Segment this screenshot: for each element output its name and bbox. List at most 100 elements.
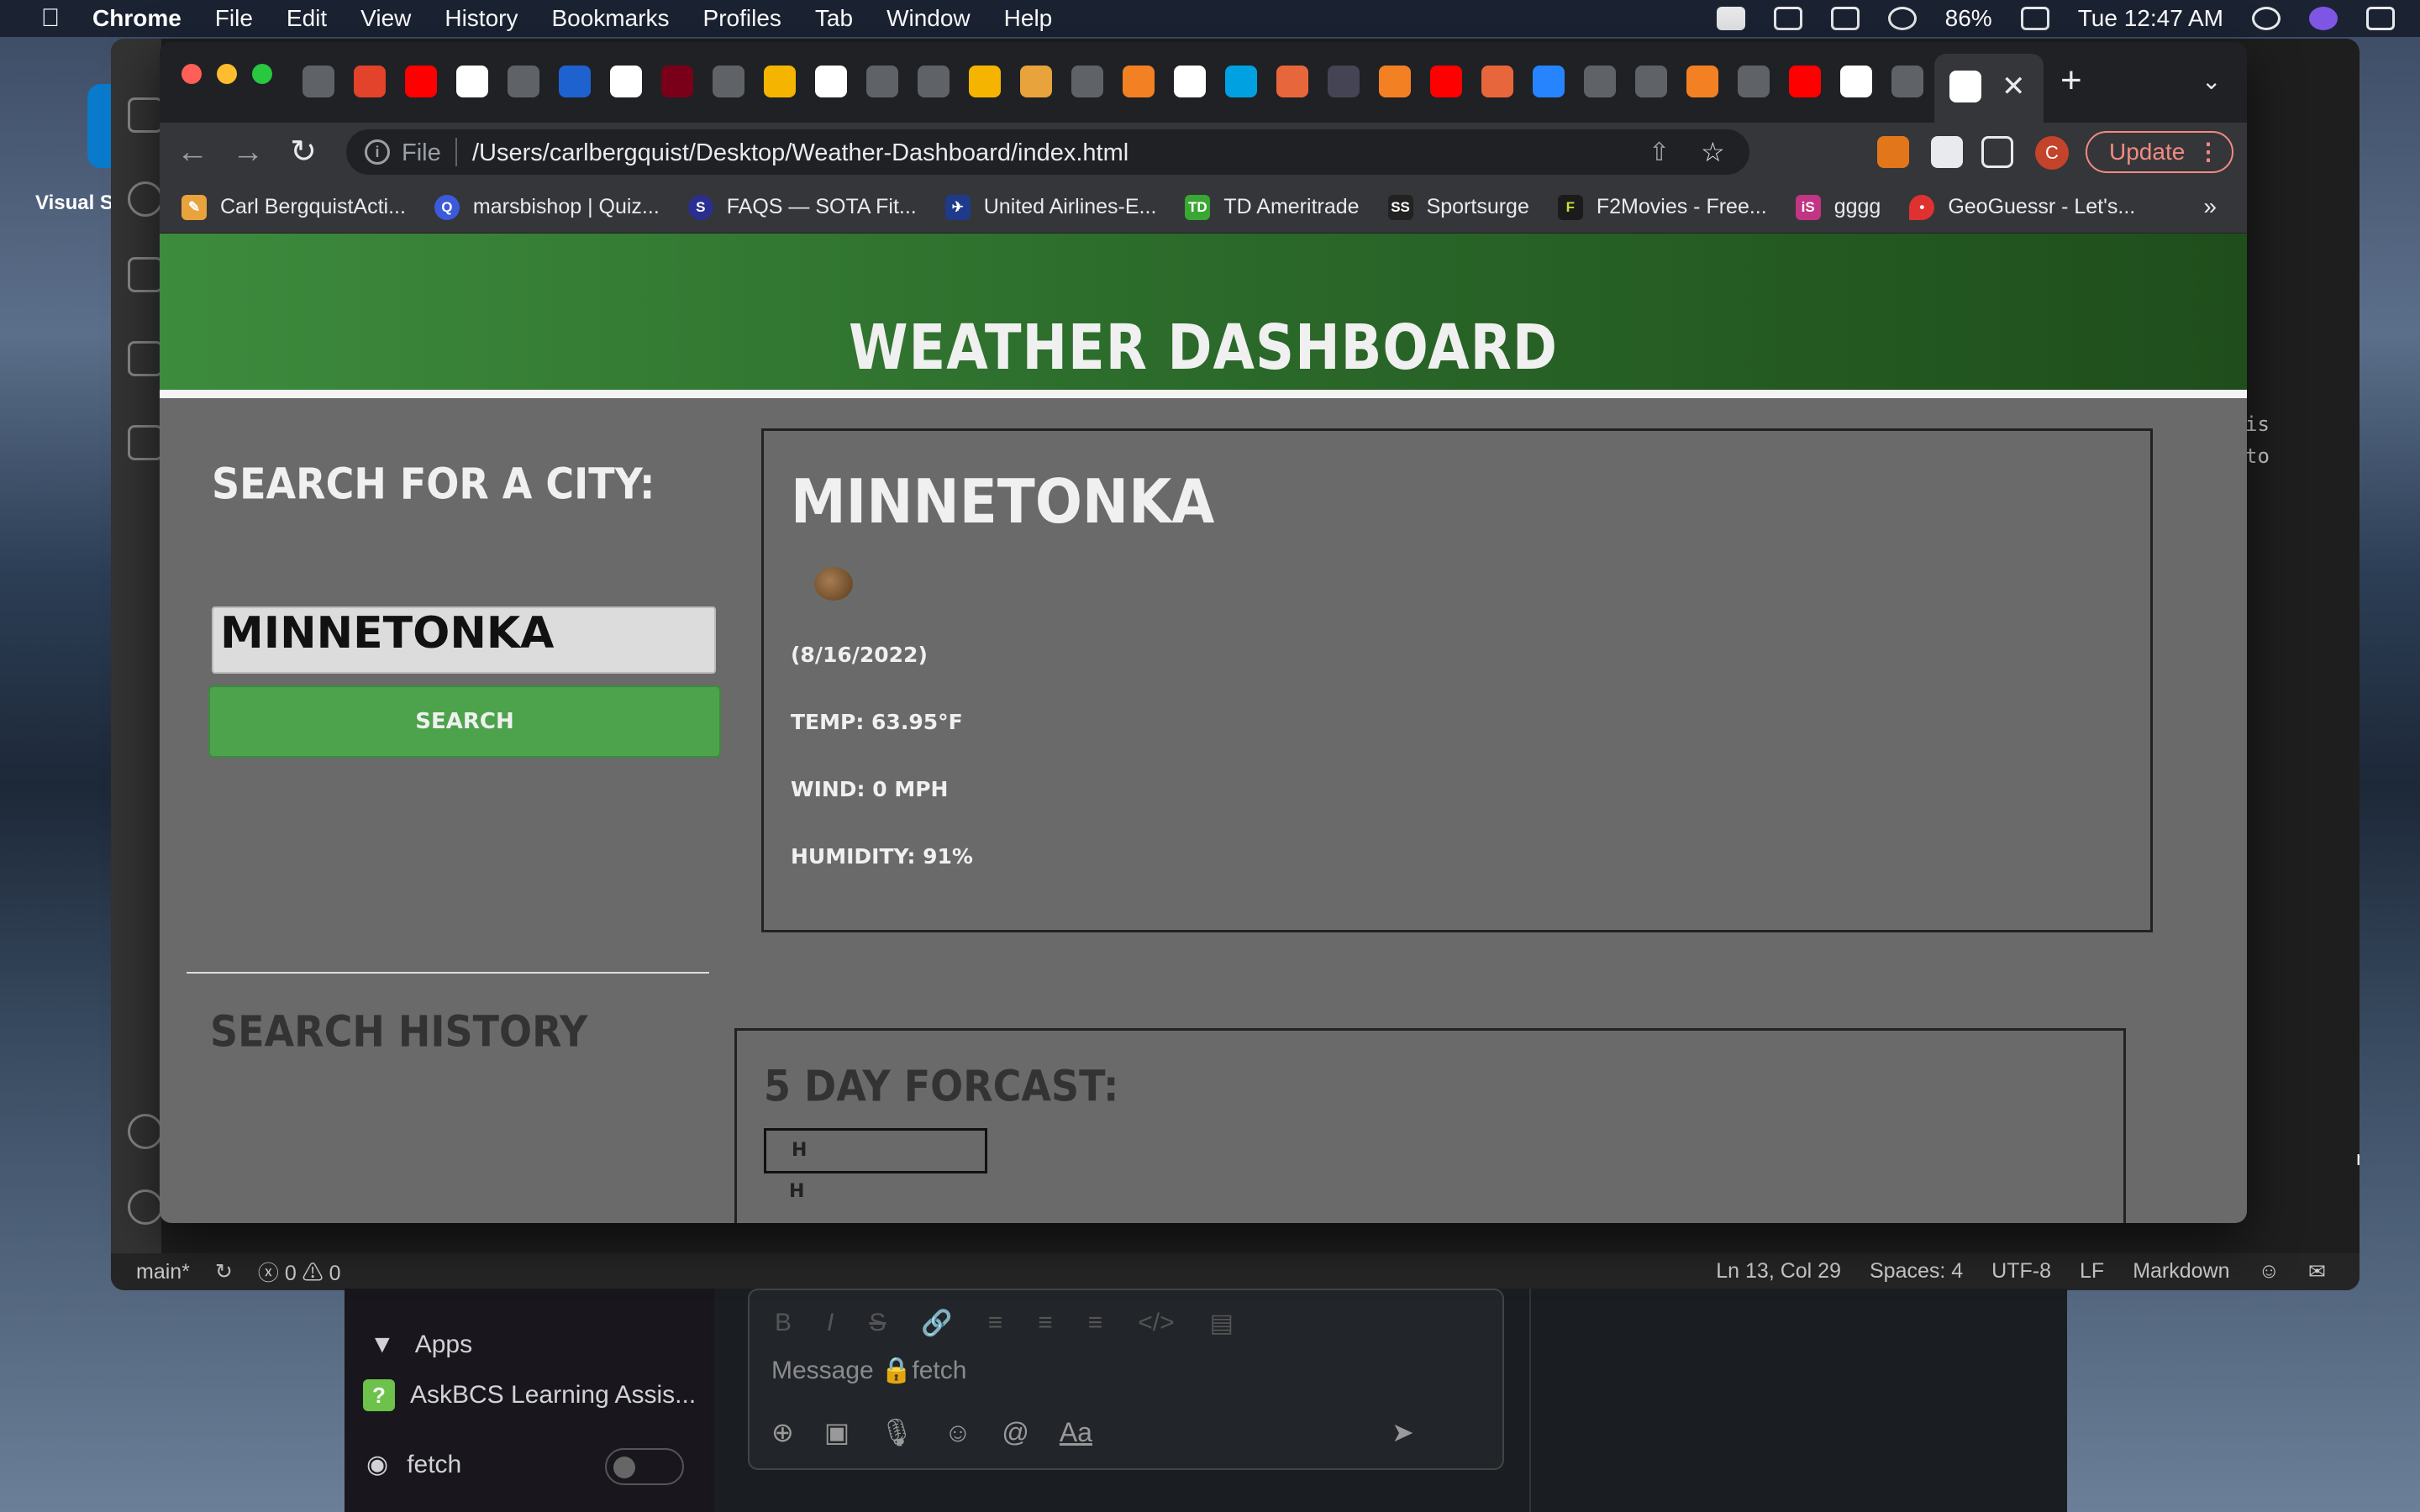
language-mode[interactable]: Markdown: [2133, 1259, 2229, 1284]
tab-dev-icon[interactable]: [1174, 66, 1206, 97]
run-debug-icon[interactable]: [128, 341, 163, 376]
tab-globe-icon[interactable]: [1071, 66, 1103, 97]
bookmark-item[interactable]: • GeoGuessr - Let's...: [1909, 194, 2135, 220]
file-encoding[interactable]: UTF-8: [1991, 1259, 2051, 1284]
menu-edit[interactable]: Edit: [287, 5, 327, 32]
chrome-menu-icon[interactable]: ⋮: [2196, 133, 2220, 171]
spotlight-search-icon[interactable]: [2252, 7, 2281, 30]
bookmark-item[interactable]: TD TD Ameritrade: [1185, 194, 1360, 220]
menu-app-name[interactable]: Chrome: [92, 5, 182, 32]
url-text[interactable]: /Users/carlbergquist/Desktop/Weather-Das…: [472, 139, 1128, 167]
tab-globe-icon[interactable]: [1584, 66, 1616, 97]
tab-salesforce-icon[interactable]: [1225, 66, 1257, 97]
bold-icon[interactable]: B: [775, 1309, 792, 1338]
tab-globe-icon[interactable]: [508, 66, 539, 97]
back-arrow-icon[interactable]: ←: [173, 133, 212, 171]
tab-brand-icon[interactable]: [559, 66, 591, 97]
bookmark-item[interactable]: iS gggg: [1795, 194, 1881, 220]
dropbox-icon[interactable]: [1773, 7, 1802, 30]
tab-helmet-icon[interactable]: [1276, 66, 1308, 97]
accounts-icon[interactable]: [128, 1114, 163, 1149]
side-panel-icon[interactable]: [1981, 136, 2013, 168]
bullet-list-icon[interactable]: ≡: [1038, 1309, 1053, 1338]
menubar-clock[interactable]: Tue 12:47 AM: [2078, 5, 2223, 32]
feedback-icon[interactable]: ☺: [2259, 1259, 2281, 1284]
tab-cube-icon[interactable]: [1635, 66, 1667, 97]
share-icon[interactable]: ⇧: [1649, 138, 1670, 167]
tab-stackoverflow-icon[interactable]: [1686, 66, 1718, 97]
message-input[interactable]: Message 🔒fetch: [771, 1356, 966, 1385]
tab-gitlab-icon[interactable]: [354, 66, 386, 97]
apple-menu-icon[interactable]: : [34, 5, 67, 32]
tab-stackoverflow-icon[interactable]: [1379, 66, 1411, 97]
code-icon[interactable]: </>: [1138, 1309, 1174, 1338]
bookmark-item[interactable]: F F2Movies - Free...: [1557, 194, 1767, 220]
problems-count[interactable]: ⓧ 0 ⚠ 0: [258, 1257, 341, 1287]
tab-hexagon-icon[interactable]: [456, 66, 488, 97]
tab-google-icon[interactable]: [610, 66, 642, 97]
reload-icon[interactable]: ↻: [284, 133, 323, 171]
microphone-icon[interactable]: 🎙: [880, 1416, 914, 1448]
tab-active-weather-dashboard[interactable]: ✕: [1934, 54, 2044, 123]
forward-arrow-icon[interactable]: →: [229, 133, 267, 171]
tab-spiral-icon[interactable]: [815, 66, 847, 97]
menu-tab[interactable]: Tab: [815, 5, 853, 32]
italic-icon[interactable]: I: [827, 1309, 834, 1338]
git-branch[interactable]: main*: [136, 1260, 190, 1284]
bookmark-item[interactable]: SS Sportsurge: [1387, 194, 1529, 220]
settings-gear-icon[interactable]: [128, 1189, 163, 1225]
blockquote-icon[interactable]: ≡: [1088, 1309, 1103, 1338]
source-control-icon[interactable]: [128, 257, 163, 292]
cursor-position[interactable]: Ln 13, Col 29: [1716, 1259, 1841, 1284]
zoom-window-icon[interactable]: [252, 64, 272, 84]
battery-icon[interactable]: [2020, 7, 2049, 30]
huddle-toggle[interactable]: [605, 1448, 684, 1485]
indentation[interactable]: Spaces: 4: [1870, 1259, 1963, 1284]
tab-atlassian-icon[interactable]: [1533, 66, 1565, 97]
tab-dev-icon[interactable]: [1840, 66, 1872, 97]
bookmark-star-icon[interactable]: ☆: [1701, 136, 1725, 168]
tab-slides-icon[interactable]: [764, 66, 796, 97]
tab-fs-icon[interactable]: [969, 66, 1001, 97]
send-icon[interactable]: ➤: [1392, 1416, 1414, 1448]
siri-icon[interactable]: [2309, 7, 2338, 30]
code-block-icon[interactable]: ▤: [1210, 1309, 1234, 1338]
menu-window[interactable]: Window: [886, 5, 971, 32]
tab-globe-icon[interactable]: [713, 66, 744, 97]
tab-globe-icon[interactable]: [918, 66, 950, 97]
more-bookmarks-chevron-icon[interactable]: »: [2203, 193, 2217, 220]
bookmark-item[interactable]: Q marsbishop | Quiz...: [434, 194, 660, 220]
minimize-window-icon[interactable]: [217, 64, 237, 84]
tab-youtube-icon[interactable]: [405, 66, 437, 97]
tab-globe-icon[interactable]: [866, 66, 898, 97]
tab-anchor-icon[interactable]: [1328, 66, 1360, 97]
formatting-toggle[interactable]: Aa: [1060, 1417, 1092, 1448]
tab-search-chevron-icon[interactable]: ⌄: [2202, 67, 2221, 95]
strikethrough-icon[interactable]: S: [869, 1309, 886, 1338]
video-clip-icon[interactable]: ▣: [824, 1416, 850, 1448]
tab-stackoverflow-icon[interactable]: [1123, 66, 1155, 97]
search-icon[interactable]: [128, 181, 163, 217]
link-icon[interactable]: 🔗: [921, 1309, 952, 1338]
tab-umn-icon[interactable]: [661, 66, 693, 97]
profile-avatar[interactable]: C: [2035, 136, 2069, 170]
airplay-icon[interactable]: [1830, 7, 1860, 30]
notifications-bell-icon[interactable]: ✉: [2308, 1259, 2326, 1284]
menu-help[interactable]: Help: [1004, 5, 1053, 32]
wifi-icon[interactable]: [1887, 7, 1917, 30]
tab-globe-icon[interactable]: [302, 66, 334, 97]
explorer-icon[interactable]: [128, 97, 163, 133]
add-attachment-icon[interactable]: ⊕: [771, 1416, 794, 1448]
menu-history[interactable]: History: [445, 5, 518, 32]
extensions-icon[interactable]: [128, 425, 163, 460]
mention-icon[interactable]: @: [1002, 1417, 1028, 1448]
metamask-extension-icon[interactable]: [1877, 136, 1909, 168]
bookmark-item[interactable]: ✈ United Airlines-E...: [944, 194, 1156, 220]
close-window-icon[interactable]: [182, 64, 202, 84]
bookmark-item[interactable]: S FAQS — SOTA Fit...: [687, 194, 917, 220]
bookmark-item[interactable]: ✎ Carl BergquistActi...: [182, 194, 406, 220]
extensions-puzzle-icon[interactable]: [1931, 136, 1963, 168]
tab-youtube-icon[interactable]: [1789, 66, 1821, 97]
ordered-list-icon[interactable]: ≡: [988, 1309, 1003, 1338]
close-tab-icon[interactable]: ✕: [2002, 72, 2026, 101]
